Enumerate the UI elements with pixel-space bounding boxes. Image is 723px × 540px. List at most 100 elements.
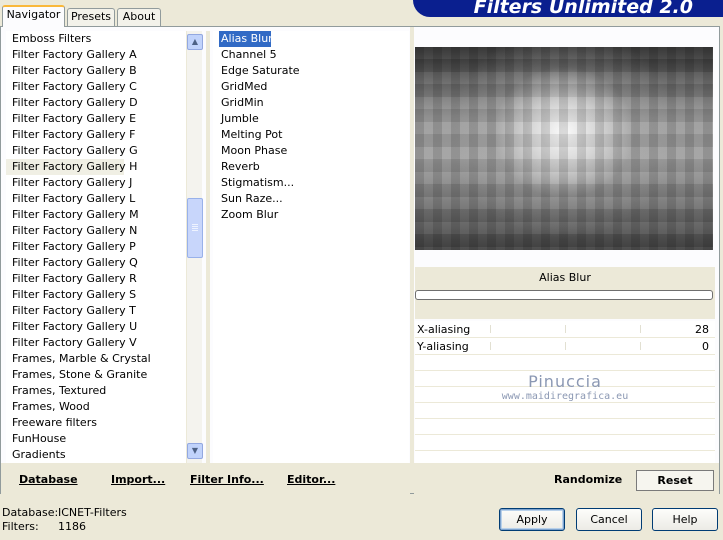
import-button[interactable]: Import... <box>111 473 165 486</box>
category-item[interactable]: Frames, Wood <box>6 399 186 415</box>
category-item[interactable]: Filter Factory Gallery N <box>6 223 186 239</box>
filter-name-bar: Alias Blur <box>415 267 715 319</box>
param-label: Y-aliasing <box>417 340 469 353</box>
scroll-down-button[interactable]: ▼ <box>187 443 203 459</box>
tab-bar: Navigator Presets About <box>0 0 420 27</box>
category-item[interactable]: Frames, Marble & Crystal <box>6 351 186 367</box>
scroll-up-button[interactable]: ▲ <box>187 34 203 50</box>
category-item[interactable]: Filter Factory Gallery D <box>6 95 186 111</box>
param-value: 28 <box>695 323 709 336</box>
category-item[interactable]: Filter Factory Gallery R <box>6 271 186 287</box>
chevron-down-icon: ▼ <box>191 446 199 455</box>
editor-label: Editor... <box>287 473 336 486</box>
filter-info-button[interactable]: Filter Info... <box>190 473 264 486</box>
filter-preview-image <box>415 47 713 250</box>
filter-item[interactable]: GridMin <box>213 95 409 111</box>
progress-bar <box>415 290 713 300</box>
param-row-x-aliasing[interactable]: X-aliasing 28 <box>415 321 715 338</box>
slider-tick <box>490 342 491 350</box>
slider-tick <box>640 342 641 350</box>
database-label: Database <box>19 473 78 486</box>
tab-navigator[interactable]: Navigator <box>2 5 65 27</box>
preview-toolbar: Randomize Reset <box>414 463 719 494</box>
preview-stripes <box>415 47 713 250</box>
filter-item[interactable]: Edge Saturate <box>213 63 409 79</box>
slider-tick <box>565 325 566 333</box>
category-item[interactable]: Emboss Filters <box>6 31 186 47</box>
category-scrollbar[interactable]: ▲ ▼ <box>186 31 203 463</box>
category-item[interactable]: Frames, Stone & Granite <box>6 367 186 383</box>
filter-item[interactable]: Zoom Blur <box>213 207 409 223</box>
filter-item[interactable]: Moon Phase <box>213 143 409 159</box>
category-item[interactable]: Filter Factory Gallery G <box>6 143 186 159</box>
category-item[interactable]: FunHouse <box>6 431 186 447</box>
status-filters-label: Filters: <box>2 520 39 533</box>
panel-divider <box>206 31 210 463</box>
navigator-panel: Emboss Filters Filter Factory Gallery A Fi… <box>0 26 720 494</box>
grip-line <box>192 224 198 225</box>
reset-button[interactable]: Reset <box>636 470 714 491</box>
filter-info-label: Filter Info... <box>190 473 264 486</box>
filter-item[interactable]: GridMed <box>213 79 409 95</box>
watermark-name: Pinuccia <box>528 372 602 391</box>
panel-divider <box>410 27 414 493</box>
category-list[interactable]: Emboss Filters Filter Factory Gallery A Fi… <box>6 31 186 463</box>
category-item[interactable]: Filter Factory Gallery S <box>6 287 186 303</box>
watermark-url: www.maidiregrafica.eu <box>501 391 629 402</box>
slider-tick <box>490 325 491 333</box>
tab-about[interactable]: About <box>117 8 161 26</box>
category-item[interactable]: Filter Factory Gallery H <box>6 159 137 175</box>
category-item[interactable]: Filter Factory Gallery V <box>6 335 186 351</box>
status-database-value: ICNET-Filters <box>58 506 127 519</box>
category-item[interactable]: Filter Factory Gallery T <box>6 303 186 319</box>
chevron-up-icon: ▲ <box>191 37 199 46</box>
category-item[interactable]: Frames, Textured <box>6 383 186 399</box>
filter-item[interactable]: Reverb <box>213 159 409 175</box>
status-database-label: Database: <box>2 506 59 519</box>
category-item[interactable]: Filter Factory Gallery U <box>6 319 186 335</box>
cancel-button[interactable]: Cancel <box>576 508 642 531</box>
empty-param-row <box>415 403 715 419</box>
title-banner: Filters Unlimited 2.0 <box>413 0 723 17</box>
category-item[interactable]: Filter Factory Gallery Q <box>6 255 186 271</box>
import-label: Import... <box>111 473 166 486</box>
filter-item[interactable]: Sun Raze... <box>213 191 409 207</box>
grip-line <box>192 230 198 231</box>
category-item[interactable]: Filter Factory Gallery M <box>6 207 186 223</box>
scroll-thumb[interactable] <box>187 198 203 258</box>
status-filters-value: 1186 <box>58 520 86 533</box>
tab-presets[interactable]: Presets <box>67 8 115 26</box>
filter-item[interactable]: Melting Pot <box>213 127 409 143</box>
empty-param-row <box>415 419 715 435</box>
randomize-button[interactable]: Randomize <box>554 473 622 486</box>
watermark: Pinuccia www.maidiregrafica.eu <box>475 373 655 403</box>
filter-item[interactable]: Alias Blur <box>219 31 273 47</box>
param-row-y-aliasing[interactable]: Y-aliasing 0 <box>415 338 715 355</box>
help-button[interactable]: Help <box>652 508 718 531</box>
category-item[interactable]: Filter Factory Gallery E <box>6 111 186 127</box>
category-item[interactable]: Filter Factory Gallery B <box>6 63 186 79</box>
filter-item[interactable]: Channel 5 <box>213 47 409 63</box>
category-item[interactable]: Freeware filters <box>6 415 186 431</box>
category-item[interactable]: Filter Factory Gallery A <box>6 47 186 63</box>
empty-param-row <box>415 435 715 451</box>
slider-tick <box>640 325 641 333</box>
empty-param-row <box>415 355 715 371</box>
navigator-toolbar: Database Import... Filter Info... Editor… <box>1 463 410 494</box>
apply-button[interactable]: Apply <box>499 508 565 531</box>
editor-button[interactable]: Editor... <box>287 473 335 486</box>
current-filter-name: Alias Blur <box>539 271 591 284</box>
database-button[interactable]: Database <box>19 473 78 486</box>
category-item[interactable]: Filter Factory Gallery P <box>6 239 186 255</box>
filter-list[interactable]: Alias Blur Channel 5 Edge Saturate GridMed G… <box>213 31 409 463</box>
filter-item[interactable]: Jumble <box>213 111 409 127</box>
category-item[interactable]: Filter Factory Gallery C <box>6 79 186 95</box>
category-item[interactable]: Filter Factory Gallery J <box>6 175 186 191</box>
category-item[interactable]: Gradients <box>6 447 186 463</box>
category-item[interactable]: Filter Factory Gallery L <box>6 191 186 207</box>
param-label: X-aliasing <box>417 323 471 336</box>
grip-line <box>192 228 198 229</box>
filter-item[interactable]: Stigmatism... <box>213 175 409 191</box>
app-title: Filters Unlimited 2.0 <box>473 0 693 17</box>
category-item[interactable]: Filter Factory Gallery F <box>6 127 186 143</box>
